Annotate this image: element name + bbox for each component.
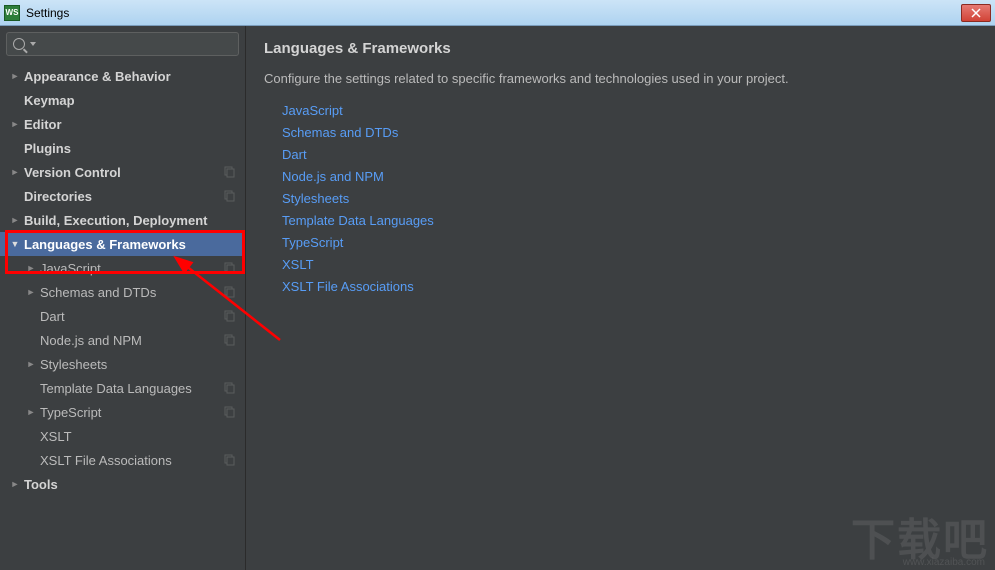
tree-item-label: JavaScript	[40, 261, 223, 276]
copy-icon	[223, 262, 235, 274]
tree-item-label: Dart	[40, 309, 223, 324]
tree-item[interactable]: ► Schemas and DTDs	[0, 280, 245, 304]
chevron-down-icon	[30, 42, 36, 46]
tree-item[interactable]: ► Version Control	[0, 160, 245, 184]
content-panel: Languages & Frameworks Configure the set…	[246, 26, 995, 570]
tree-arrow-icon: ►	[10, 215, 20, 225]
tree-item[interactable]: ▼ Languages & Frameworks	[0, 232, 245, 256]
tree-item[interactable]: Directories	[0, 184, 245, 208]
tree-item-label: Appearance & Behavior	[24, 69, 245, 84]
tree-item-label: Node.js and NPM	[40, 333, 223, 348]
settings-link[interactable]: XSLT	[282, 254, 977, 276]
tree-arrow-icon: ►	[26, 263, 36, 273]
tree-item-label: Build, Execution, Deployment	[24, 213, 245, 228]
close-button[interactable]	[961, 4, 991, 22]
tree-item[interactable]: Plugins	[0, 136, 245, 160]
tree-item[interactable]: ► Stylesheets	[0, 352, 245, 376]
tree-arrow-icon: ►	[10, 479, 20, 489]
tree-item[interactable]: ► JavaScript	[0, 256, 245, 280]
tree-item-label: Schemas and DTDs	[40, 285, 223, 300]
tree-arrow-icon: ►	[10, 71, 20, 81]
copy-icon	[223, 190, 235, 202]
tree-item[interactable]: XSLT File Associations	[0, 448, 245, 472]
settings-tree[interactable]: ► Appearance & Behavior Keymap ► Editor Plugi…	[0, 62, 245, 570]
search-wrap	[0, 26, 245, 62]
tree-item[interactable]: ► TypeScript	[0, 400, 245, 424]
tree-item-label: Directories	[24, 189, 223, 204]
title-bar: WS Settings	[0, 0, 995, 26]
tree-item-label: Plugins	[24, 141, 245, 156]
tree-item-label: Template Data Languages	[40, 381, 223, 396]
tree-arrow-icon: ►	[26, 359, 36, 369]
tree-item[interactable]: Keymap	[0, 88, 245, 112]
copy-icon	[223, 382, 235, 394]
tree-item[interactable]: ► Tools	[0, 472, 245, 496]
settings-link[interactable]: JavaScript	[282, 100, 977, 122]
tree-item[interactable]: ► Appearance & Behavior	[0, 64, 245, 88]
settings-link[interactable]: Dart	[282, 144, 977, 166]
settings-link[interactable]: TypeScript	[282, 232, 977, 254]
copy-icon	[223, 454, 235, 466]
copy-icon	[223, 406, 235, 418]
tree-item-label: Keymap	[24, 93, 245, 108]
tree-item[interactable]: ► Editor	[0, 112, 245, 136]
settings-link[interactable]: XSLT File Associations	[282, 276, 977, 298]
tree-item[interactable]: XSLT	[0, 424, 245, 448]
tree-item-label: XSLT File Associations	[40, 453, 223, 468]
search-icon	[13, 38, 25, 50]
tree-item-label: TypeScript	[40, 405, 223, 420]
page-description: Configure the settings related to specif…	[264, 71, 977, 86]
tree-arrow-icon: ►	[26, 407, 36, 417]
sidebar: ► Appearance & Behavior Keymap ► Editor Plugi…	[0, 26, 246, 570]
copy-icon	[223, 166, 235, 178]
close-icon	[971, 8, 981, 18]
app-icon: WS	[4, 5, 20, 21]
tree-item[interactable]: Node.js and NPM	[0, 328, 245, 352]
tree-arrow-icon: ►	[10, 167, 20, 177]
tree-item-label: Languages & Frameworks	[24, 237, 245, 252]
copy-icon	[223, 286, 235, 298]
window-title: Settings	[26, 6, 69, 20]
tree-item[interactable]: Template Data Languages	[0, 376, 245, 400]
tree-item-label: Stylesheets	[40, 357, 245, 372]
tree-item-label: Version Control	[24, 165, 223, 180]
tree-arrow-icon: ►	[10, 119, 20, 129]
tree-arrow-icon: ▼	[10, 239, 20, 249]
page-title: Languages & Frameworks	[264, 40, 977, 57]
tree-item-label: Editor	[24, 117, 245, 132]
settings-link[interactable]: Node.js and NPM	[282, 166, 977, 188]
sub-links: JavaScriptSchemas and DTDsDartNode.js an…	[264, 100, 977, 298]
settings-link[interactable]: Template Data Languages	[282, 210, 977, 232]
copy-icon	[223, 310, 235, 322]
tree-item-label: Tools	[24, 477, 245, 492]
settings-link[interactable]: Stylesheets	[282, 188, 977, 210]
copy-icon	[223, 334, 235, 346]
main-layout: ► Appearance & Behavior Keymap ► Editor Plugi…	[0, 26, 995, 570]
tree-arrow-icon: ►	[26, 287, 36, 297]
tree-item[interactable]: Dart	[0, 304, 245, 328]
search-input[interactable]	[6, 32, 239, 56]
tree-item[interactable]: ► Build, Execution, Deployment	[0, 208, 245, 232]
settings-link[interactable]: Schemas and DTDs	[282, 122, 977, 144]
tree-item-label: XSLT	[40, 429, 245, 444]
